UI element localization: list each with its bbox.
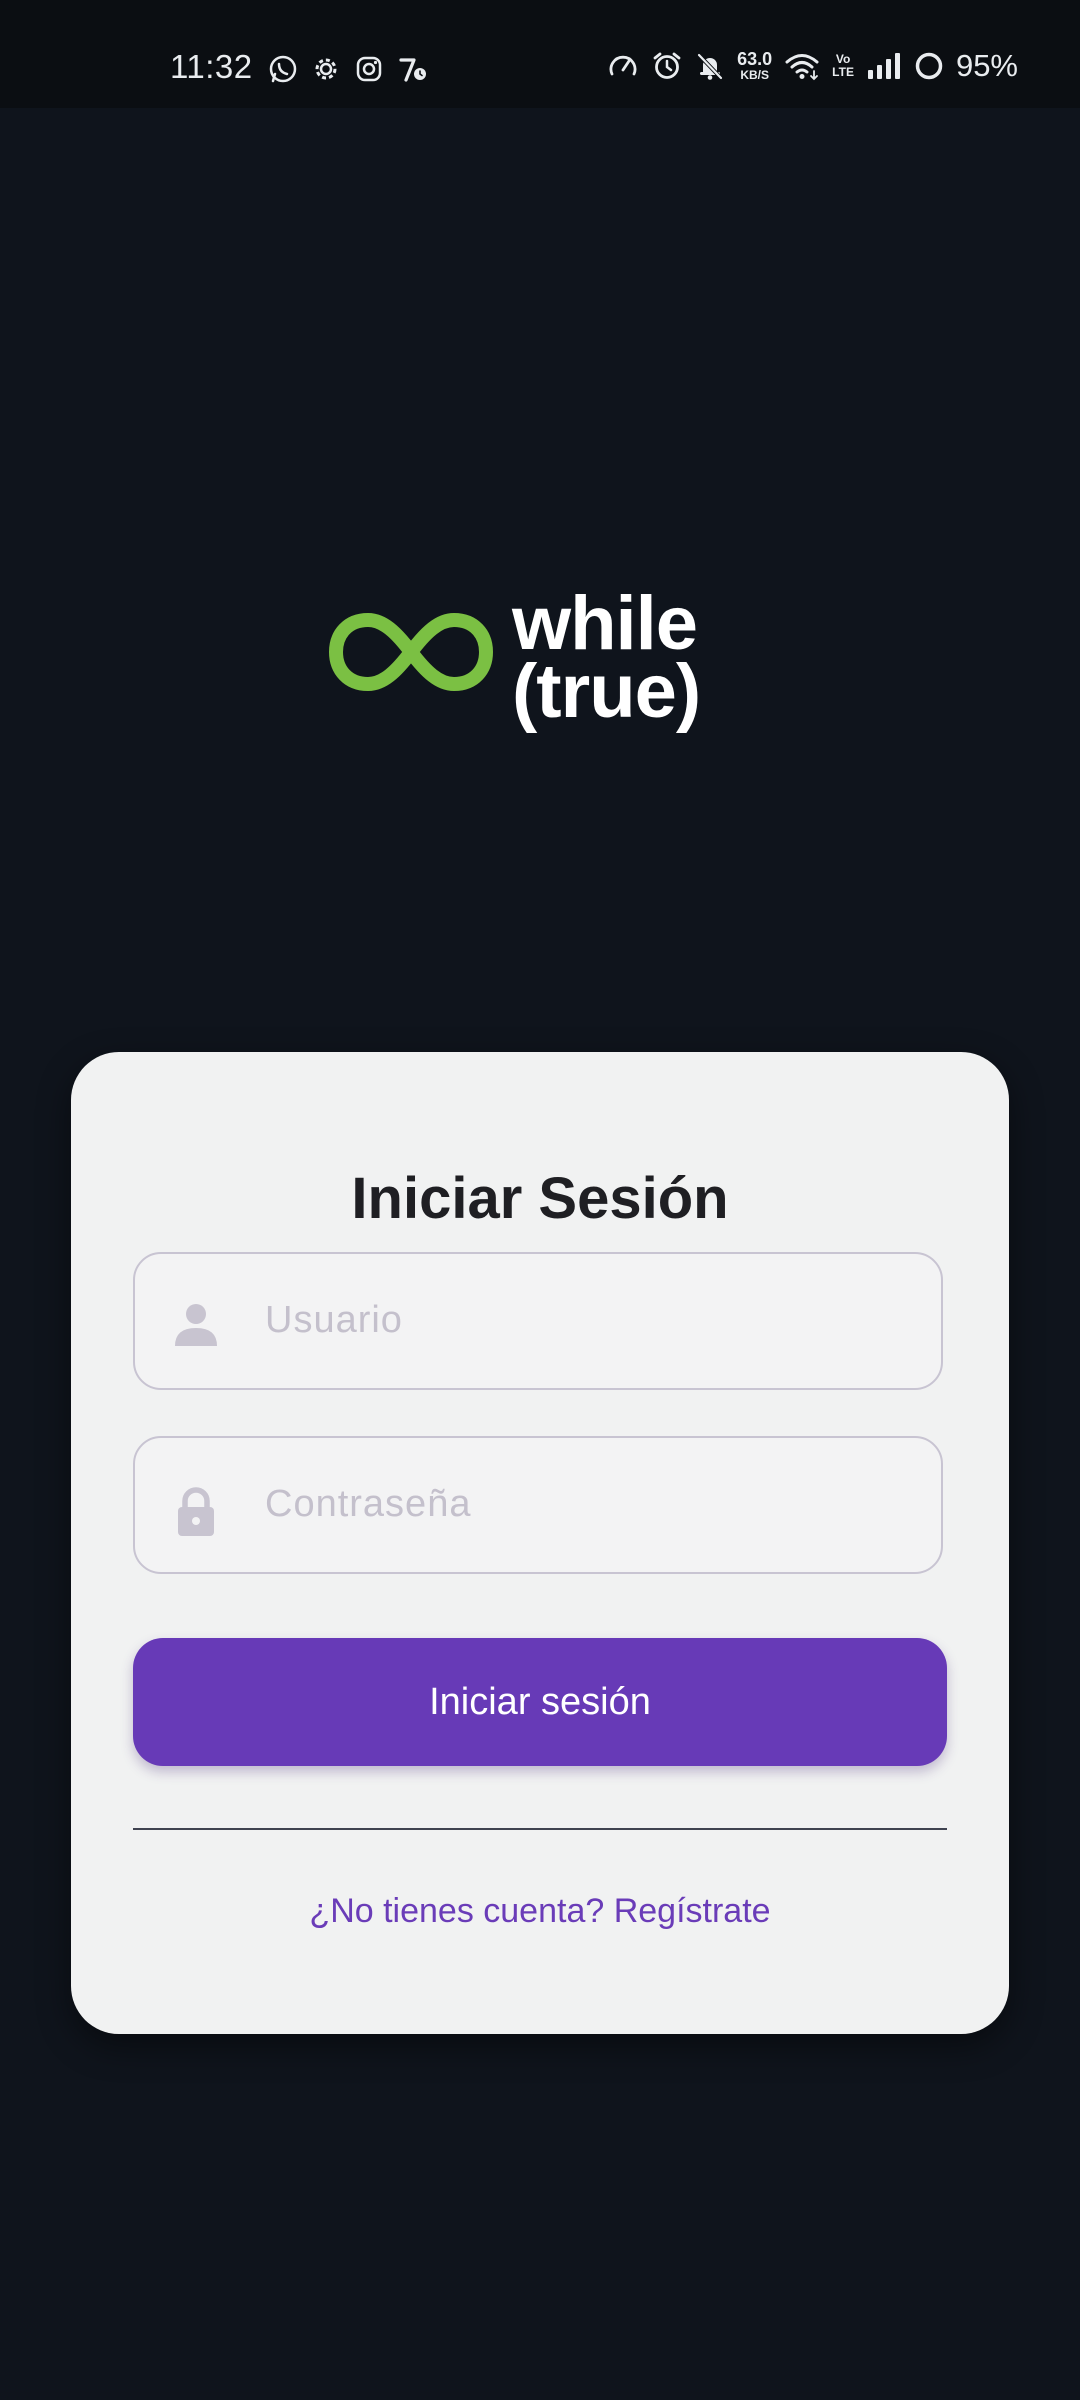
seven-icon — [397, 54, 429, 84]
status-left-icons — [268, 54, 429, 84]
infinity-logo-icon — [326, 602, 496, 707]
network-speed-indicator: 63.0 KB/S — [737, 50, 772, 81]
logo-line-while: while — [512, 581, 698, 666]
password-input[interactable] — [265, 1438, 905, 1571]
login-card: Iniciar Sesión Iniciar sesión ¿No tienes… — [71, 1052, 1009, 2034]
volte-top: Vo — [835, 51, 851, 66]
divider — [133, 1828, 947, 1830]
battery-ring-icon — [914, 51, 944, 81]
username-field[interactable] — [133, 1252, 943, 1390]
status-right-icons: 63.0 KB/S Vo LTE 95% — [607, 50, 1018, 81]
settings-gear-icon — [311, 54, 341, 84]
volte-indicator: Vo LTE — [832, 53, 854, 78]
login-button[interactable]: Iniciar sesión — [133, 1638, 947, 1766]
alarm-icon — [651, 51, 683, 81]
network-speed-value: 63.0 — [737, 49, 773, 69]
person-icon — [171, 1302, 221, 1353]
volte-bottom: LTE — [832, 64, 854, 79]
instagram-icon — [354, 54, 384, 84]
login-title: Iniciar Sesión — [351, 1166, 729, 1231]
speedometer-icon — [607, 51, 639, 81]
password-field[interactable] — [133, 1436, 943, 1574]
lock-icon — [171, 1486, 221, 1543]
username-input[interactable] — [265, 1254, 905, 1387]
whatsapp-icon — [268, 54, 298, 84]
register-link[interactable]: ¿No tienes cuenta? Regístrate — [71, 1894, 1009, 1928]
notifications-muted-icon — [695, 51, 725, 81]
status-bar: 11:32 63.0 KB/S Vo LTE 95% — [0, 0, 1080, 108]
battery-percent: 95% — [955, 48, 1018, 83]
status-time: 11:32 — [170, 48, 253, 85]
app-logo: while (true) — [0, 580, 1080, 760]
logo-line-true: (true) — [512, 649, 701, 734]
wifi-icon — [784, 51, 820, 81]
logo-wordmark: while (true) — [512, 581, 701, 734]
network-speed-unit: KB/S — [740, 68, 769, 82]
signal-strength-icon — [866, 51, 902, 81]
